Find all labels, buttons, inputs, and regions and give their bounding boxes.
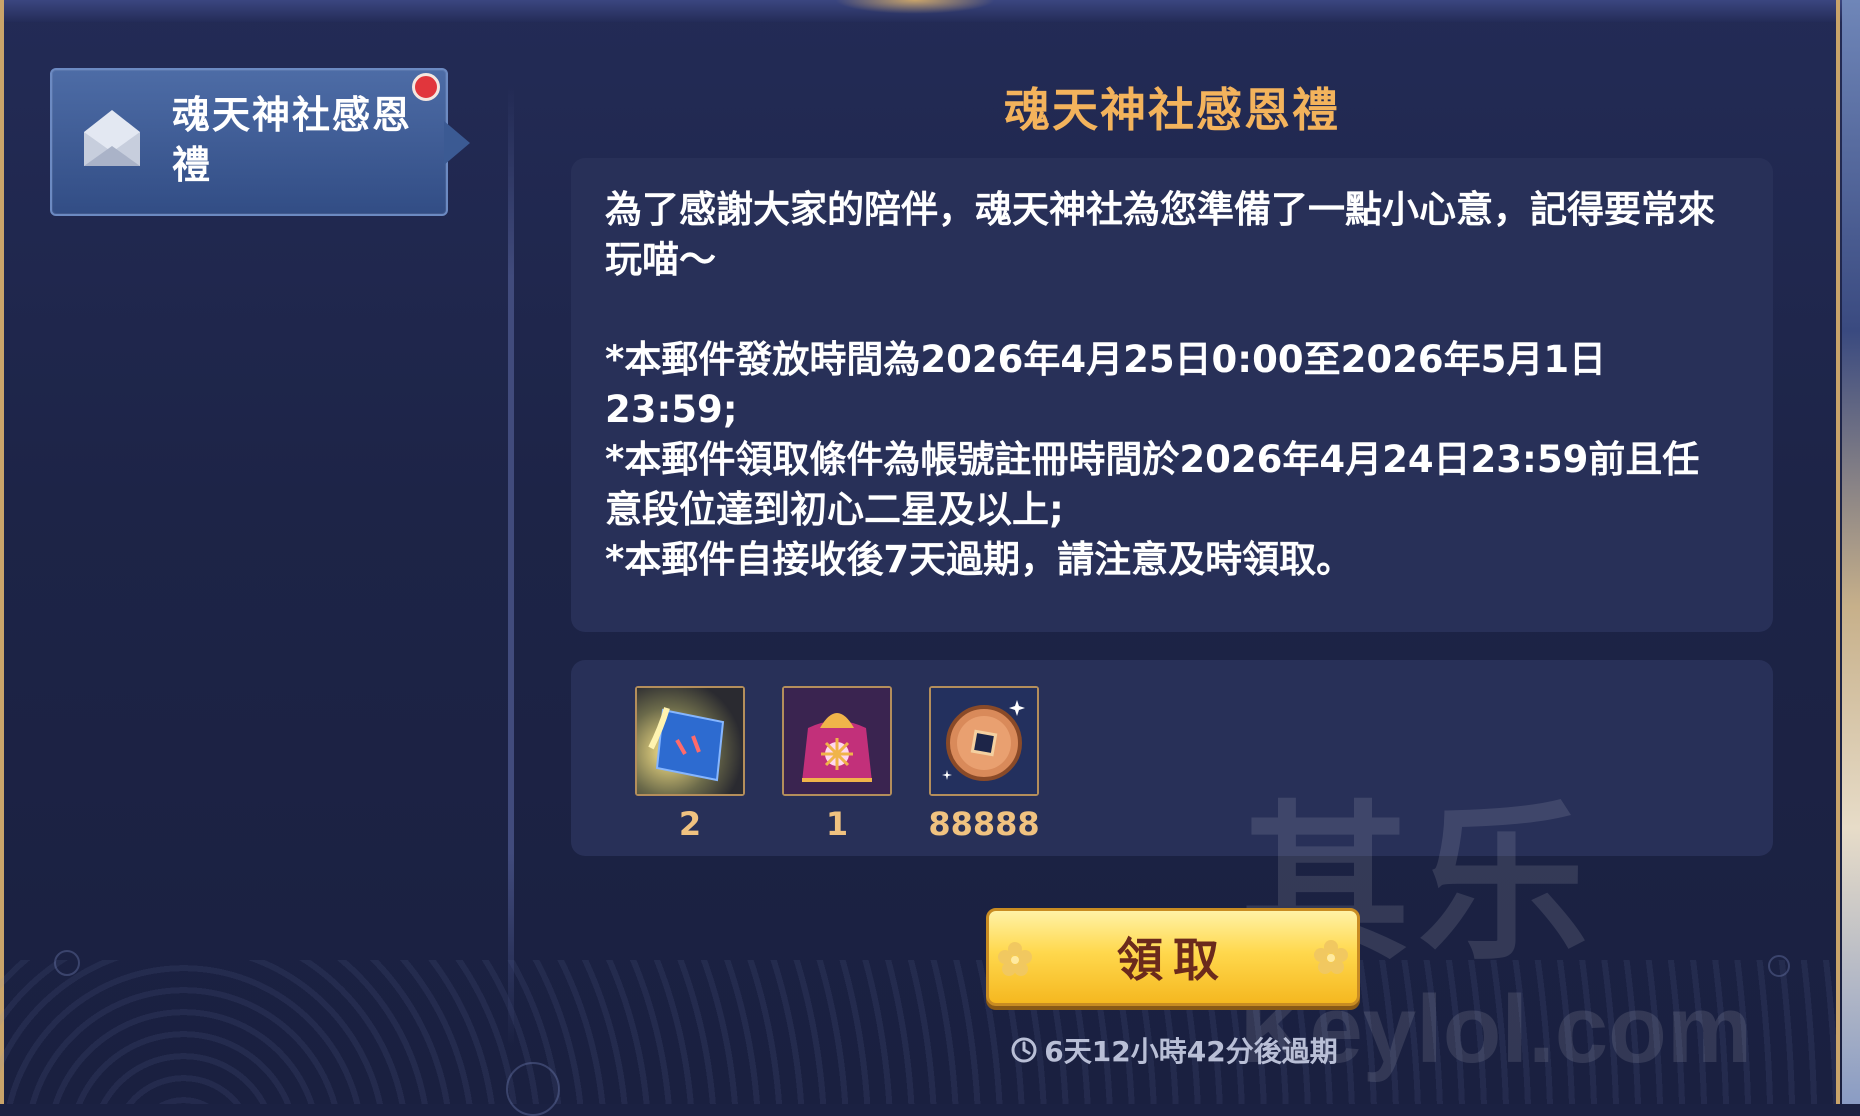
deco-circle bbox=[54, 950, 80, 976]
gift-bag-icon bbox=[784, 688, 890, 794]
mail-body-line: 為了感謝大家的陪伴，魂天神社為您準備了一點小心意，記得要常來玩喵～ bbox=[605, 188, 1715, 281]
expiry-text: 6天12小時42分後過期 bbox=[1044, 1035, 1338, 1068]
mail-body-spacer bbox=[605, 285, 1735, 335]
reward-count: 1 bbox=[825, 805, 849, 843]
background-scene-edge bbox=[1842, 0, 1860, 1104]
reward-count: 2 bbox=[678, 805, 702, 843]
top-ornament bbox=[835, 0, 995, 14]
claim-button[interactable]: 領取 bbox=[986, 908, 1360, 1006]
expiry-info: 6天12小時42分後過期 bbox=[994, 1030, 1354, 1070]
reward-count: 88888 bbox=[928, 805, 1040, 843]
reward-slot[interactable] bbox=[929, 686, 1039, 796]
reward-slot[interactable] bbox=[782, 686, 892, 796]
deco-circle bbox=[506, 1062, 560, 1116]
mail-body: 為了感謝大家的陪伴，魂天神社為您準備了一點小心意，記得要常來玩喵～ *本郵件發放… bbox=[605, 185, 1735, 585]
mail-list-item-title: 魂天神社感恩禮 bbox=[172, 93, 413, 187]
mail-body-line: *本郵件自接收後7天過期，請注意及時領取。 bbox=[605, 538, 1354, 581]
ticket-scroll-icon bbox=[637, 688, 743, 794]
selected-arrow-icon bbox=[444, 121, 470, 165]
unread-badge bbox=[412, 73, 440, 101]
mail-title: 魂天神社感恩禮 bbox=[1004, 83, 1340, 137]
panel-divider bbox=[508, 85, 514, 1045]
clock-icon bbox=[1011, 1037, 1037, 1063]
mail-body-line: *本郵件發放時間為2026年4月25日0:00至2026年5月1日23:59; bbox=[605, 338, 1607, 431]
envelope-open-icon bbox=[80, 102, 144, 172]
claim-button-label: 領取 bbox=[1117, 933, 1229, 987]
mail-body-line: *本郵件領取條件為帳號註冊時間於2026年4月24日23:59前且任意段位達到初… bbox=[605, 438, 1700, 531]
copper-coin-icon bbox=[931, 688, 1037, 794]
left-border bbox=[0, 0, 4, 1104]
reward-slot[interactable] bbox=[635, 686, 745, 796]
